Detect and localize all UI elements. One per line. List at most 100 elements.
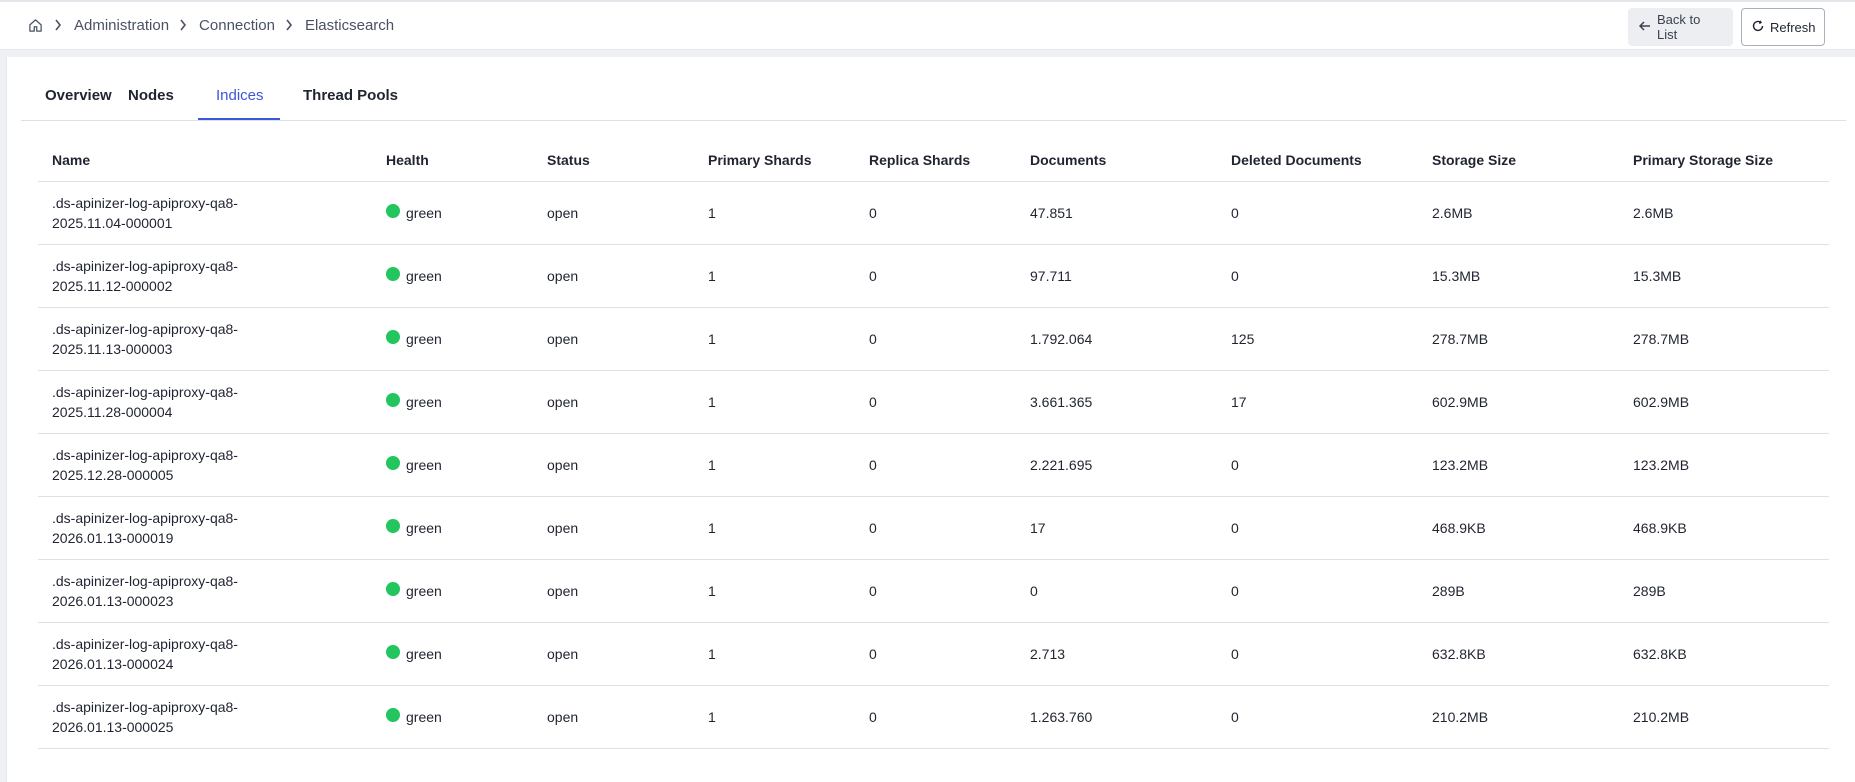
cell-replica-shards: 0 xyxy=(855,433,1016,497)
cell-primary-storage-size: 602.9MB xyxy=(1619,370,1829,434)
cell-primary-shards: 1 xyxy=(694,370,855,434)
cell-health: green xyxy=(372,370,533,434)
health-label: green xyxy=(406,204,442,221)
table-row[interactable]: .ds-apinizer-log-apiproxy-qa8-2025.11.12… xyxy=(38,244,1829,308)
table-row[interactable]: .ds-apinizer-log-apiproxy-qa8-2025.12.28… xyxy=(38,433,1829,497)
cell-name: .ds-apinizer-log-apiproxy-qa8-2026.01.13… xyxy=(38,559,372,623)
tab-overview[interactable]: Overview xyxy=(45,87,112,104)
cell-replica-shards: 0 xyxy=(855,307,1016,371)
column-header-storage-size[interactable]: Storage Size xyxy=(1418,139,1619,182)
cell-health: green xyxy=(372,181,533,245)
column-header-replica-shards[interactable]: Replica Shards xyxy=(855,139,1016,182)
column-header-status[interactable]: Status xyxy=(533,139,694,182)
cell-storage-size: 278.7MB xyxy=(1418,307,1619,371)
table-row[interactable]: .ds-apinizer-log-apiproxy-qa8-2026.01.13… xyxy=(38,622,1829,686)
index-name: .ds-apinizer-log-apiproxy-qa8-2026.01.13… xyxy=(52,572,238,609)
cell-status: open xyxy=(533,433,694,497)
cell-name: .ds-apinizer-log-apiproxy-qa8-2025.11.12… xyxy=(38,244,372,308)
cell-storage-size: 289B xyxy=(1418,559,1619,623)
tab-nodes[interactable]: Nodes xyxy=(128,87,174,104)
cell-documents: 0 xyxy=(1016,559,1217,623)
cell-replica-shards: 0 xyxy=(855,559,1016,623)
cell-deleted-documents: 0 xyxy=(1217,622,1418,686)
health-label: green xyxy=(406,519,442,536)
cell-name: .ds-apinizer-log-apiproxy-qa8-2025.11.28… xyxy=(38,370,372,434)
breadcrumb-item-administration[interactable]: Administration xyxy=(74,17,169,34)
column-header-primary-storage-size[interactable]: Primary Storage Size xyxy=(1619,139,1829,182)
table-row[interactable]: .ds-apinizer-log-apiproxy-qa8-2026.01.13… xyxy=(38,559,1829,623)
cell-deleted-documents: 0 xyxy=(1217,496,1418,560)
cell-primary-storage-size: 632.8KB xyxy=(1619,622,1829,686)
indices-table: Name Health Status Primary Shards Replic… xyxy=(38,139,1829,749)
cell-documents: 2.221.695 xyxy=(1016,433,1217,497)
tab-thread-pools[interactable]: Thread Pools xyxy=(303,87,398,104)
tab-indices[interactable]: Indices xyxy=(216,87,264,104)
cell-name: .ds-apinizer-log-apiproxy-qa8-2026.01.13… xyxy=(38,622,372,686)
cell-storage-size: 15.3MB xyxy=(1418,244,1619,308)
cell-replica-shards: 0 xyxy=(855,370,1016,434)
cell-documents: 2.713 xyxy=(1016,622,1217,686)
cell-storage-size: 632.8KB xyxy=(1418,622,1619,686)
cell-status: open xyxy=(533,685,694,749)
cell-primary-storage-size: 15.3MB xyxy=(1619,244,1829,308)
cell-status: open xyxy=(533,622,694,686)
column-header-name[interactable]: Name xyxy=(38,139,372,182)
cell-storage-size: 468.9KB xyxy=(1418,496,1619,560)
cell-health: green xyxy=(372,559,533,623)
cell-status: open xyxy=(533,307,694,371)
cell-replica-shards: 0 xyxy=(855,496,1016,560)
cell-health: green xyxy=(372,496,533,560)
cell-primary-shards: 1 xyxy=(694,685,855,749)
cell-documents: 3.661.365 xyxy=(1016,370,1217,434)
index-name: .ds-apinizer-log-apiproxy-qa8-2025.11.13… xyxy=(52,320,238,357)
back-to-list-label: Back to List xyxy=(1657,12,1701,42)
cell-deleted-documents: 125 xyxy=(1217,307,1418,371)
table-row[interactable]: .ds-apinizer-log-apiproxy-qa8-2026.01.13… xyxy=(38,685,1829,749)
health-status-dot xyxy=(386,518,400,533)
health-status-dot xyxy=(386,203,400,218)
cell-health: green xyxy=(372,622,533,686)
refresh-button[interactable]: Refresh xyxy=(1741,8,1825,46)
breadcrumb: Administration Connection Elasticsearch xyxy=(26,16,394,34)
active-tab-indicator xyxy=(198,118,280,120)
breadcrumb-item-connection[interactable]: Connection xyxy=(199,17,275,34)
cell-deleted-documents: 0 xyxy=(1217,685,1418,749)
index-name: .ds-apinizer-log-apiproxy-qa8-2025.11.04… xyxy=(52,194,238,231)
content-card: Overview Nodes Indices Thread Pools Name xyxy=(6,57,1855,782)
cell-name: .ds-apinizer-log-apiproxy-qa8-2025.12.28… xyxy=(38,433,372,497)
cell-health: green xyxy=(372,685,533,749)
health-label: green xyxy=(406,582,442,599)
home-icon[interactable] xyxy=(26,16,44,34)
cell-primary-shards: 1 xyxy=(694,433,855,497)
cell-documents: 1.792.064 xyxy=(1016,307,1217,371)
top-actions: Back to List Refresh xyxy=(1628,8,1825,46)
cell-status: open xyxy=(533,244,694,308)
cell-deleted-documents: 0 xyxy=(1217,559,1418,623)
cell-deleted-documents: 0 xyxy=(1217,433,1418,497)
health-status-dot xyxy=(386,707,400,722)
column-header-primary-shards[interactable]: Primary Shards xyxy=(694,139,855,182)
column-header-health[interactable]: Health xyxy=(372,139,533,182)
top-bar: Administration Connection Elasticsearch … xyxy=(0,0,1855,50)
cell-primary-shards: 1 xyxy=(694,244,855,308)
health-status-dot xyxy=(386,266,400,281)
cell-deleted-documents: 0 xyxy=(1217,181,1418,245)
table-row[interactable]: .ds-apinizer-log-apiproxy-qa8-2025.11.13… xyxy=(38,307,1829,371)
table-row[interactable]: .ds-apinizer-log-apiproxy-qa8-2025.11.28… xyxy=(38,370,1829,434)
cell-health: green xyxy=(372,307,533,371)
cell-replica-shards: 0 xyxy=(855,244,1016,308)
cell-name: .ds-apinizer-log-apiproxy-qa8-2026.01.13… xyxy=(38,685,372,749)
arrow-left-icon xyxy=(1638,20,1651,35)
column-header-deleted-documents[interactable]: Deleted Documents xyxy=(1217,139,1418,182)
column-header-documents[interactable]: Documents xyxy=(1016,139,1217,182)
chevron-right-icon xyxy=(54,19,62,31)
index-name: .ds-apinizer-log-apiproxy-qa8-2026.01.13… xyxy=(52,635,238,672)
cell-status: open xyxy=(533,496,694,560)
table-row[interactable]: .ds-apinizer-log-apiproxy-qa8-2025.11.04… xyxy=(38,181,1829,245)
health-label: green xyxy=(406,645,442,662)
health-status-dot xyxy=(386,581,400,596)
table-row[interactable]: .ds-apinizer-log-apiproxy-qa8-2026.01.13… xyxy=(38,496,1829,560)
cell-documents: 1.263.760 xyxy=(1016,685,1217,749)
cell-primary-storage-size: 289B xyxy=(1619,559,1829,623)
back-to-list-button[interactable]: Back to List xyxy=(1628,8,1733,46)
